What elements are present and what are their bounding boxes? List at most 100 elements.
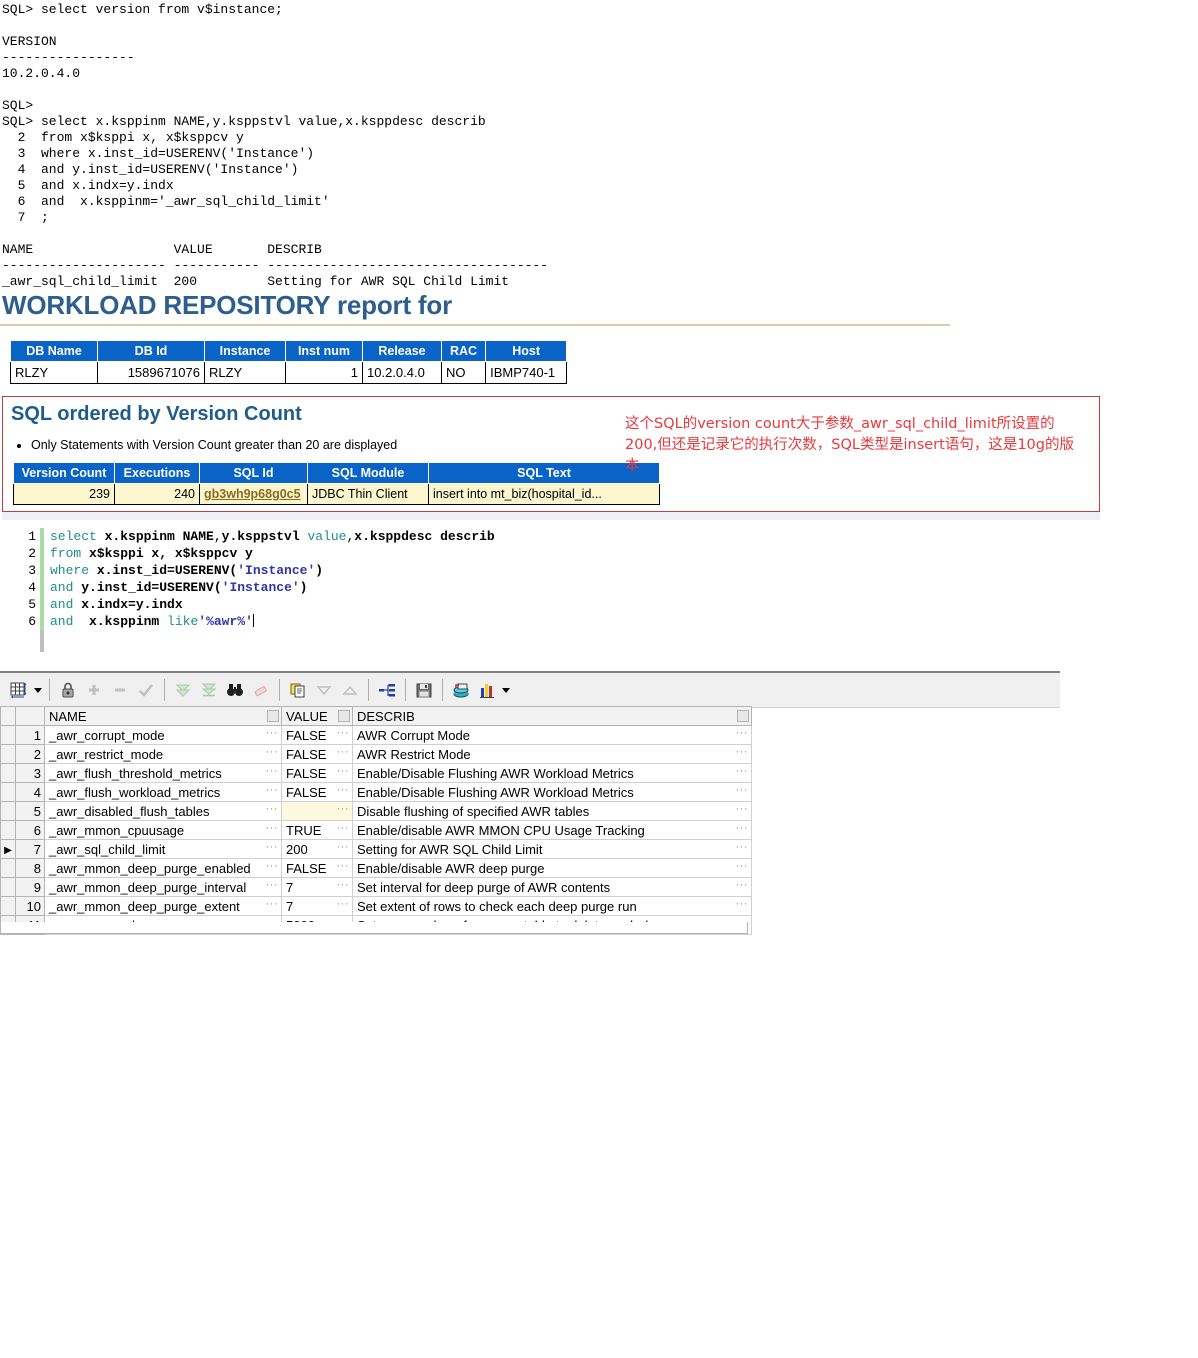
column-resize-handle[interactable] <box>338 710 350 722</box>
cell-param-describ[interactable]: Enable/disable AWR deep purge ··· <box>352 858 752 878</box>
cell-param-describ[interactable]: Enable/Disable Flushing AWR Workload Met… <box>352 782 752 802</box>
table-row[interactable]: 5 _awr_disabled_flush_tables ··· ··· Disable… <box>0 801 752 821</box>
sql-id-link[interactable]: gb3wh9p68g0c5 <box>204 487 301 501</box>
cell-param-name[interactable]: _awr_mmon_deep_purge_extent ··· <box>44 896 282 916</box>
column-resize-handle[interactable] <box>267 710 279 722</box>
chart-icon[interactable] <box>474 677 500 703</box>
row-selector-cell[interactable] <box>0 877 16 897</box>
editor-line[interactable]: 2 from x$ksppi x, x$ksppcv y <box>0 545 1060 562</box>
sql-editor[interactable]: 1 select x.ksppinm NAME,y.ksppstvl value,… <box>0 528 1060 663</box>
cell-param-value[interactable]: FALSE ··· <box>281 763 353 783</box>
export-db-icon[interactable] <box>448 677 474 703</box>
cell-param-value[interactable]: 200 ··· <box>281 839 353 859</box>
cell-param-name[interactable]: _awr_mmon_cpuusage ··· <box>44 820 282 840</box>
editor-line[interactable]: 1 select x.ksppinm NAME,y.ksppstvl value,… <box>0 528 1060 545</box>
fetch-all-icon[interactable] <box>196 677 222 703</box>
cell-expand-icon[interactable]: ··· <box>337 785 350 796</box>
editor-code-text[interactable]: where x.inst_id=USERENV('Instance') <box>44 562 323 579</box>
editor-code-text[interactable]: and x.ksppinm like'%awr%' <box>44 613 254 630</box>
cell-expand-icon[interactable]: ··· <box>736 842 749 853</box>
table-row[interactable]: 2 _awr_restrict_mode ··· FALSE ··· AWR Restri… <box>0 744 752 764</box>
cell-expand-icon[interactable]: ··· <box>337 899 350 910</box>
cell-param-name[interactable]: _awr_mmon_deep_purge_interval ··· <box>44 877 282 897</box>
eraser-icon[interactable] <box>248 677 274 703</box>
table-row[interactable]: 10 _awr_mmon_deep_purge_extent ··· 7 ··· Set … <box>0 896 752 916</box>
copy-icon[interactable] <box>285 677 311 703</box>
grid-col-name[interactable]: NAME <box>44 706 282 726</box>
save-icon[interactable] <box>411 677 437 703</box>
plus-icon[interactable] <box>81 677 107 703</box>
cell-param-name[interactable]: _awr_mmon_deep_purge_enabled ··· <box>44 858 282 878</box>
editor-code-text[interactable]: select x.ksppinm NAME,y.ksppstvl value,x… <box>44 528 495 545</box>
row-selector-cell[interactable]: ▶ <box>0 839 16 859</box>
flow-icon[interactable] <box>374 677 400 703</box>
cell-expand-icon[interactable]: ··· <box>337 842 350 853</box>
grid-col-value[interactable]: VALUE <box>281 706 353 726</box>
grid-col-describ[interactable]: DESCRIB <box>352 706 752 726</box>
row-selector-cell[interactable] <box>0 858 16 878</box>
editor-line[interactable]: 6 and x.ksppinm like'%awr%' <box>0 613 1060 630</box>
cell-expand-icon[interactable]: ··· <box>736 747 749 758</box>
cell-expand-icon[interactable]: ··· <box>266 899 279 910</box>
cell-expand-icon[interactable]: ··· <box>736 785 749 796</box>
cell-expand-icon[interactable]: ··· <box>736 861 749 872</box>
cell-expand-icon[interactable]: ··· <box>266 766 279 777</box>
cell-param-describ[interactable]: Enable/Disable Flushing AWR Workload Met… <box>352 763 752 783</box>
check-icon[interactable] <box>133 677 159 703</box>
cell-expand-icon[interactable]: ··· <box>266 747 279 758</box>
cell-param-value[interactable]: FALSE ··· <box>281 858 353 878</box>
table-row[interactable]: 9 _awr_mmon_deep_purge_interval ··· 7 ··· Set… <box>0 877 752 897</box>
fetch-next-icon[interactable] <box>170 677 196 703</box>
row-selector-cell[interactable] <box>0 744 16 764</box>
table-row[interactable]: ▶ 7 _awr_sql_child_limit ··· 200 ··· Setting f… <box>0 839 752 859</box>
cell-expand-icon[interactable]: ··· <box>266 728 279 739</box>
cell-expand-icon[interactable]: ··· <box>736 899 749 910</box>
cell-param-describ[interactable]: AWR Restrict Mode ··· <box>352 744 752 764</box>
cell-expand-icon[interactable]: ··· <box>736 880 749 891</box>
table-row[interactable]: 4 _awr_flush_workload_metrics ··· FALSE ··· E… <box>0 782 752 802</box>
cell-param-value[interactable]: FALSE ··· <box>281 725 353 745</box>
cell-expand-icon[interactable]: ··· <box>337 728 350 739</box>
table-row[interactable]: 3 _awr_flush_threshold_metrics ··· FALSE ···… <box>0 763 752 783</box>
table-row[interactable]: 6 _awr_mmon_cpuusage ··· TRUE ··· Enable/disa… <box>0 820 752 840</box>
cell-param-value[interactable]: ··· <box>281 801 353 821</box>
cell-param-value[interactable]: TRUE ··· <box>281 820 353 840</box>
editor-code-text[interactable]: and x.indx=y.indx <box>44 596 183 613</box>
row-selector-cell[interactable] <box>0 782 16 802</box>
editor-line[interactable]: 3 where x.inst_id=USERENV('Instance') <box>0 562 1060 579</box>
table-row[interactable]: 8 _awr_mmon_deep_purge_enabled ··· FALSE ···… <box>0 858 752 878</box>
cell-expand-icon[interactable]: ··· <box>266 804 279 815</box>
cell-param-name[interactable]: _awr_restrict_mode ··· <box>44 744 282 764</box>
cell-param-value[interactable]: FALSE ··· <box>281 782 353 802</box>
cell-param-value[interactable]: 7 ··· <box>281 877 353 897</box>
sql-id-cell[interactable]: gb3wh9p68g0c5 <box>199 483 308 505</box>
cell-expand-icon[interactable]: ··· <box>266 861 279 872</box>
sort-asc-icon[interactable] <box>337 677 363 703</box>
cell-expand-icon[interactable]: ··· <box>266 785 279 796</box>
sort-desc-icon[interactable] <box>311 677 337 703</box>
cell-param-describ[interactable]: AWR Corrupt Mode ··· <box>352 725 752 745</box>
grid-layout-icon[interactable] <box>6 677 32 703</box>
cell-param-value[interactable]: 7 ··· <box>281 896 353 916</box>
cell-expand-icon[interactable]: ··· <box>736 766 749 777</box>
row-selector-cell[interactable] <box>0 896 16 916</box>
row-selector-cell[interactable] <box>0 725 16 745</box>
cell-param-name[interactable]: _awr_sql_child_limit ··· <box>44 839 282 859</box>
results-grid[interactable]: NAME VALUE DESCRIB 1 _awr_corrupt_mode ··· FAL… <box>0 706 752 935</box>
row-selector-cell[interactable] <box>0 763 16 783</box>
cell-param-describ[interactable]: Disable flushing of specified AWR tables… <box>352 801 752 821</box>
cell-param-name[interactable]: _awr_flush_threshold_metrics ··· <box>44 763 282 783</box>
cell-expand-icon[interactable]: ··· <box>337 766 350 777</box>
editor-line[interactable]: 5 and x.indx=y.indx <box>0 596 1060 613</box>
row-selector-cell[interactable] <box>0 801 16 821</box>
cell-param-describ[interactable]: Set extent of rows to check each deep pu… <box>352 896 752 916</box>
cell-expand-icon[interactable]: ··· <box>266 880 279 891</box>
cell-expand-icon[interactable]: ··· <box>736 823 749 834</box>
cell-expand-icon[interactable]: ··· <box>266 842 279 853</box>
cell-expand-icon[interactable]: ··· <box>266 823 279 834</box>
cell-expand-icon[interactable]: ··· <box>337 804 350 815</box>
cell-param-describ[interactable]: Enable/disable AWR MMON CPU Usage Tracki… <box>352 820 752 840</box>
cell-param-name[interactable]: _awr_flush_workload_metrics ··· <box>44 782 282 802</box>
minus-icon[interactable] <box>107 677 133 703</box>
cell-expand-icon[interactable]: ··· <box>337 747 350 758</box>
